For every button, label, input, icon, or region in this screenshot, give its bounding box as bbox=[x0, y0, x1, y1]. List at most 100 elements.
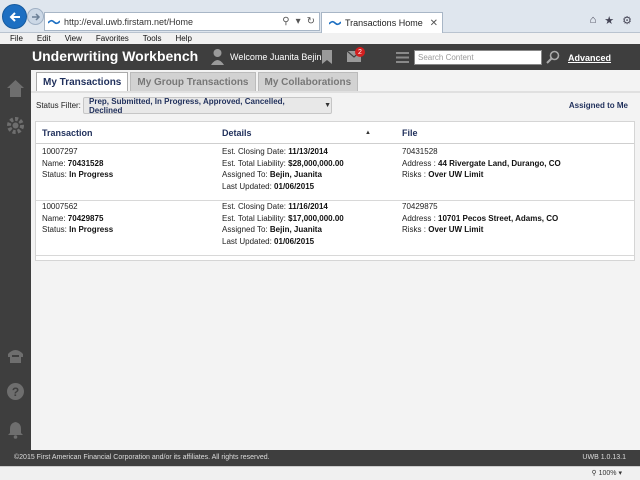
assigned-value: Bejin, Juanita bbox=[269, 225, 322, 234]
help-icon[interactable]: ? bbox=[6, 382, 25, 401]
liability-label: Est. Total Liability: bbox=[222, 213, 286, 223]
column-header-file[interactable]: File bbox=[402, 128, 418, 138]
address-label: Address : bbox=[402, 158, 436, 168]
transaction-id[interactable]: 10007562 bbox=[42, 201, 113, 213]
user-icon[interactable] bbox=[211, 48, 224, 65]
transaction-id[interactable]: 10007297 bbox=[42, 146, 113, 158]
browser-toolbar: http://eval.uwb.firstam.net/Home ⚲ ▾ ↻ T… bbox=[0, 0, 640, 33]
url-text[interactable]: http://eval.uwb.firstam.net/Home bbox=[64, 17, 282, 27]
closing-date-label: Est. Closing Date: bbox=[222, 202, 287, 211]
version-text: UWB 1.0.13.1 bbox=[582, 454, 626, 461]
liability-value: $17,000,000.00 bbox=[288, 213, 344, 223]
name-label: Name: bbox=[42, 213, 66, 223]
column-header-details[interactable]: Details bbox=[222, 128, 252, 138]
home-icon[interactable]: ⌂ bbox=[590, 14, 597, 27]
closing-date-value: 11/16/2014 bbox=[288, 202, 328, 211]
close-icon[interactable]: ✕ bbox=[430, 18, 438, 29]
welcome-text: Welcome Juanita Bejin bbox=[230, 52, 322, 62]
menu-favorites[interactable]: Favorites bbox=[96, 34, 129, 43]
browser-status-bar: ⚲ 100% ▾ bbox=[0, 466, 640, 480]
back-button[interactable] bbox=[2, 4, 27, 29]
liability-label: Est. Total Liability: bbox=[222, 158, 286, 168]
updated-value: 01/06/2015 bbox=[274, 236, 315, 246]
advanced-search-link[interactable]: Advanced bbox=[568, 53, 611, 63]
bell-icon[interactable] bbox=[6, 420, 25, 439]
risks-label: Risks : bbox=[402, 225, 426, 234]
tab-my-group-transactions[interactable]: My Group Transactions bbox=[130, 72, 256, 91]
menu-file[interactable]: File bbox=[10, 34, 23, 43]
tabs-divider bbox=[31, 91, 640, 93]
status-value: In Progress bbox=[69, 170, 114, 179]
zoom-value: 100% bbox=[598, 470, 617, 477]
status-filter-value: Prep, Submitted, In Progress, Approved, … bbox=[89, 96, 285, 115]
copyright-text: ©2015 First American Financial Corporati… bbox=[14, 454, 270, 461]
status-label: Status: bbox=[42, 170, 67, 179]
status-filter-label: Status Filter: bbox=[36, 101, 81, 110]
settings-gear-icon[interactable]: ⚙ bbox=[622, 14, 632, 27]
closing-date-value: 11/13/2014 bbox=[288, 147, 328, 156]
menu-edit[interactable]: Edit bbox=[37, 34, 51, 43]
status-value: In Progress bbox=[69, 225, 114, 234]
app-footer: ©2015 First American Financial Corporati… bbox=[0, 450, 640, 466]
transactions-table: Transaction Details ▲ File 10007297 Name… bbox=[35, 121, 635, 261]
address-bar[interactable]: http://eval.uwb.firstam.net/Home ⚲ ▾ ↻ bbox=[44, 12, 320, 31]
assigned-label: Assigned To: bbox=[222, 225, 268, 234]
forward-button[interactable] bbox=[27, 8, 44, 25]
app-title: Underwriting Workbench bbox=[32, 48, 199, 64]
menu-view[interactable]: View bbox=[65, 34, 82, 43]
zoom-level[interactable]: ⚲ 100% ▾ bbox=[592, 469, 622, 477]
dropdown-icon[interactable]: ▾ bbox=[296, 16, 301, 27]
table-row[interactable]: 10007562 Name: 70429875 Status: In Progr… bbox=[36, 201, 634, 256]
tab-title: Transactions Home bbox=[345, 18, 423, 28]
chevron-down-icon: ▼ bbox=[324, 102, 331, 109]
search-icon[interactable] bbox=[546, 50, 560, 64]
file-number[interactable]: 70429875 bbox=[402, 201, 558, 213]
home-icon[interactable] bbox=[6, 79, 25, 98]
app-header: Underwriting Workbench Welcome Juanita B… bbox=[0, 44, 640, 70]
menu-tools[interactable]: Tools bbox=[143, 34, 162, 43]
address-label: Address : bbox=[402, 213, 436, 223]
status-label: Status: bbox=[42, 225, 67, 234]
browser-tab[interactable]: Transactions Home ✕ bbox=[321, 12, 443, 33]
status-filter-dropdown[interactable]: Prep, Submitted, In Progress, Approved, … bbox=[83, 96, 332, 115]
sort-ascending-icon[interactable]: ▲ bbox=[365, 130, 371, 136]
menu-bar: File Edit View Favorites Tools Help bbox=[0, 33, 640, 44]
search-icon[interactable]: ⚲ bbox=[282, 16, 289, 27]
header-divider bbox=[36, 143, 634, 144]
table-row[interactable]: 10007297 Name: 70431528 Status: In Progr… bbox=[36, 146, 634, 201]
gear-icon[interactable] bbox=[6, 116, 25, 135]
tab-my-collaborations[interactable]: My Collaborations bbox=[257, 72, 359, 91]
svg-text:?: ? bbox=[12, 385, 19, 399]
left-sidebar: ? bbox=[0, 70, 31, 450]
address-value: 44 Rivergate Land, Durango, CO bbox=[438, 158, 561, 168]
file-number[interactable]: 70431528 bbox=[402, 146, 561, 158]
forward-arrow-icon bbox=[31, 12, 40, 21]
tab-favicon-icon bbox=[329, 19, 341, 27]
name-value: 70431528 bbox=[67, 158, 104, 168]
assigned-to-me-link[interactable]: Assigned to Me bbox=[569, 101, 628, 110]
tab-my-transactions[interactable]: My Transactions bbox=[36, 72, 129, 91]
refresh-icon[interactable]: ↻ bbox=[307, 16, 315, 27]
back-arrow-icon bbox=[9, 11, 20, 22]
transaction-tabs: My Transactions My Group Transactions My… bbox=[36, 72, 359, 91]
closing-date-label: Est. Closing Date: bbox=[222, 147, 287, 156]
name-value: 70429875 bbox=[67, 213, 104, 223]
liability-value: $28,000,000.00 bbox=[288, 158, 344, 168]
list-icon[interactable] bbox=[396, 52, 409, 63]
favorites-star-icon[interactable]: ★ bbox=[604, 14, 614, 27]
bookmark-icon[interactable] bbox=[322, 50, 332, 64]
phone-icon[interactable] bbox=[6, 346, 25, 365]
updated-label: Last Updated: bbox=[222, 181, 272, 191]
site-favicon-icon bbox=[48, 18, 60, 26]
address-value: 10701 Pecos Street, Adams, CO bbox=[438, 213, 559, 223]
updated-value: 01/06/2015 bbox=[274, 181, 315, 191]
mail-count-badge: 2 bbox=[355, 47, 365, 57]
row-divider bbox=[36, 255, 634, 256]
name-label: Name: bbox=[42, 158, 66, 168]
main-content: My Transactions My Group Transactions My… bbox=[31, 70, 640, 450]
column-header-transaction[interactable]: Transaction bbox=[42, 128, 93, 138]
menu-help[interactable]: Help bbox=[175, 34, 191, 43]
magnifier-icon: ⚲ bbox=[591, 470, 597, 477]
risks-label: Risks : bbox=[402, 170, 426, 179]
search-input[interactable] bbox=[414, 50, 542, 65]
